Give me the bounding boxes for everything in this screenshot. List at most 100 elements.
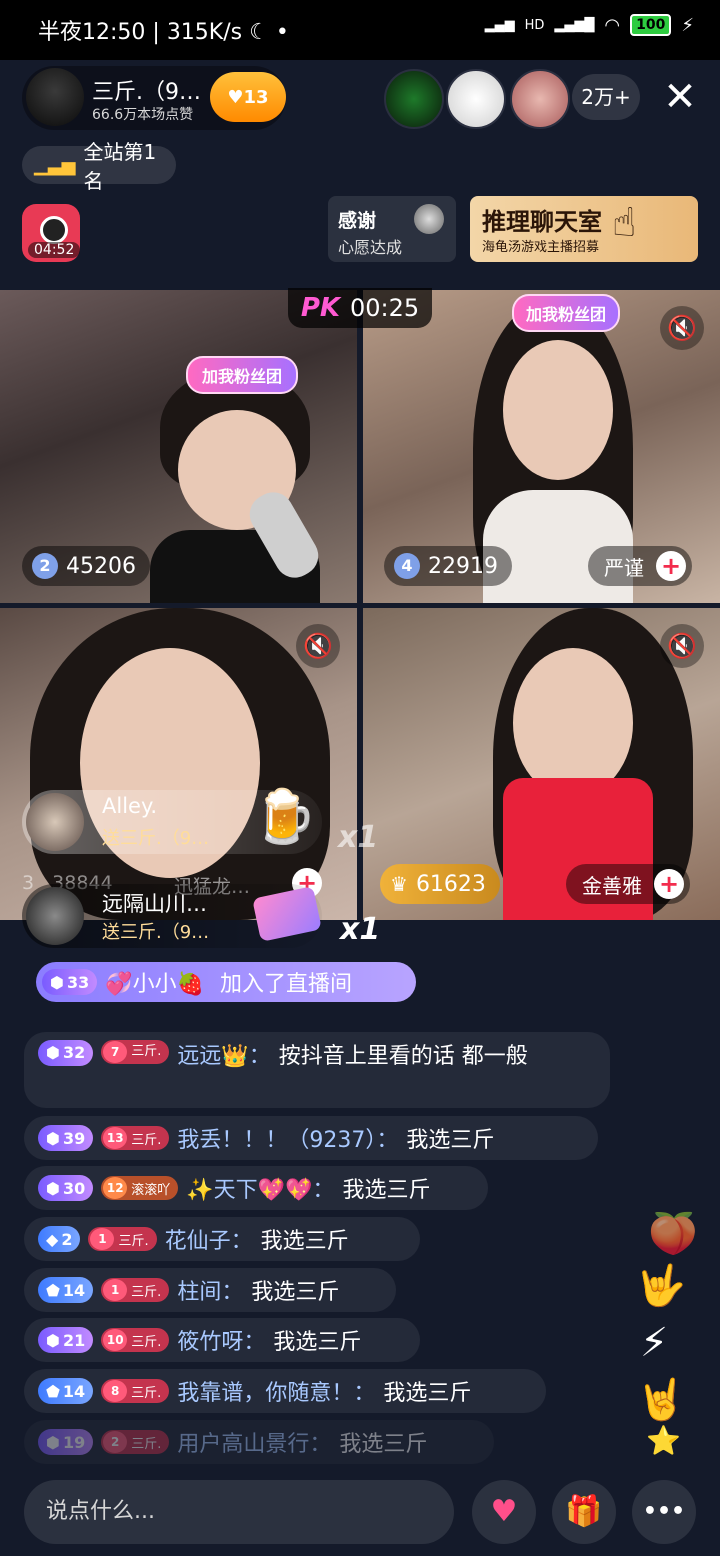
gift-count-2: x1 (340, 912, 381, 947)
floating-star-icon: ⭐ (646, 1424, 681, 1457)
chat-username[interactable]: 我丢！！！（9237）： (177, 1122, 398, 1154)
tile-2-rank: 4 (394, 553, 420, 579)
chat-text: 按抖音上里看的话 都一般 (278, 1044, 528, 1069)
status-icons: ▂▄▆ HD ▂▄▆█ ◠ 100 ⚡ (485, 14, 694, 36)
chat-username[interactable]: ✨天下💖💖： (186, 1172, 334, 1204)
level-gem-icon: ⬢ (50, 972, 64, 992)
join-text: 加入了直播间 (220, 972, 353, 997)
mute-icon-4[interactable]: 🔇 (660, 624, 704, 668)
user-level-badge: ⬟ 14 (38, 1277, 94, 1303)
chat-username[interactable]: 筱竹呀： (177, 1324, 265, 1356)
crown-icon: ♛ (390, 872, 408, 896)
user-level-badge: ⬢ 32 (38, 1040, 94, 1066)
mute-icon-2[interactable]: 🔇 (660, 306, 704, 350)
gift-sender-avatar-2 (26, 887, 84, 945)
fan-badge: 10 三斤. (101, 1328, 170, 1352)
viewer-avatar-2[interactable] (446, 69, 506, 129)
chat-message[interactable]: ⬟ 14 8 三斤. 我靠谱，你随意！： 我选三斤 (24, 1369, 546, 1413)
moon-icon: ☾ (249, 20, 269, 45)
ad-title: 推理聊天室 (482, 208, 602, 236)
fan-club-tag-1[interactable]: 加我粉丝团 (186, 356, 298, 394)
rank-badge[interactable]: ▁▃▅ 全站第1名 (22, 140, 176, 193)
close-icon[interactable]: ✕ (660, 74, 700, 120)
chat-text: 我选三斤 (406, 1128, 495, 1153)
join-user[interactable]: 💞小小🍓 (105, 966, 204, 998)
host-name: 三斤.（9… (92, 80, 201, 105)
tile-4-name-pill[interactable]: 金善雅 + (566, 864, 690, 904)
gift-sender-2: 远隔山川… (102, 892, 207, 916)
wish-avatar (414, 204, 444, 234)
follow-plus-icon[interactable]: + (654, 869, 684, 899)
chat-message[interactable]: ⬢ 39 13 三斤. 我丢！！！（9237）： 我选三斤 (24, 1116, 598, 1160)
level-gem-icon: ⬟ (46, 1280, 60, 1300)
tile-2-name: 严谨 (604, 555, 644, 580)
chat-username[interactable]: 远远👑： (177, 1040, 270, 1074)
more-icon[interactable]: ••• (632, 1480, 696, 1544)
charging-icon: ⚡ (681, 14, 694, 36)
ad-subtitle: 海龟汤游戏主播招募 (482, 240, 600, 255)
chat-message[interactable]: ⬢ 21 10 三斤. 筱竹呀： 我选三斤 (24, 1318, 420, 1362)
signal-icon: ▂▄▆ (484, 17, 515, 33)
gift-sender-1: Alley. (102, 794, 158, 818)
mute-icon-3[interactable]: 🔇 (296, 624, 340, 668)
battery-icon: 100 (630, 14, 672, 36)
level-gem-icon: ⬢ (46, 1432, 60, 1452)
tile-2-name-pill[interactable]: 严谨 + (588, 546, 692, 586)
fan-badge: 13 三斤. (101, 1126, 170, 1150)
tile-4-name: 金善雅 (582, 873, 642, 898)
rank-chart-icon: ▁▃▅ (34, 154, 76, 176)
chat-username[interactable]: 花仙子： (165, 1223, 253, 1255)
gift-recipient-1: 送三斤.（9… (102, 828, 210, 849)
level-gem-icon: ⬢ (46, 1043, 60, 1062)
ad-illustration-icon: ☝ (612, 200, 637, 246)
follow-plus-icon[interactable]: + (656, 551, 686, 581)
heart-icon[interactable]: ♥ (472, 1480, 536, 1544)
chat-username[interactable]: 用户高山景行： (177, 1426, 331, 1458)
wish-subtitle: 心愿达成 (338, 238, 403, 257)
status-bar: 半夜12:50 | 315K/s ☾ • ▂▄▆ HD ▂▄▆█ ◠ 100 ⚡ (0, 0, 720, 60)
chat-message[interactable]: ◆ 2 1 三斤. 花仙子： 我选三斤 (24, 1217, 420, 1261)
rank-text: 全站第1名 (83, 140, 157, 193)
user-level-badge: ◆ 2 (38, 1226, 81, 1252)
level-gem-icon: ⬢ (46, 1128, 60, 1148)
level-gem-icon: ⬢ (46, 1330, 60, 1350)
chat-message[interactable]: ⬢ 32 7 三斤. 远远👑： 按抖音上里看的话 都一般 (24, 1032, 610, 1108)
wish-title: 感谢 (338, 210, 377, 232)
chat-username[interactable]: 柱间： (177, 1274, 243, 1306)
chat-message[interactable]: ⬢ 30 12 滚滚吖 ✨天下💖💖： 我选三斤 (24, 1166, 488, 1210)
user-level-badge: ⬢ 19 (38, 1429, 94, 1455)
pk-label: PK (300, 293, 341, 323)
tile-1-score: 2 45206 (22, 546, 150, 586)
fan-badge: 1 三斤. (88, 1227, 157, 1251)
fav-level: 13 (243, 86, 269, 108)
viewer-count-button[interactable]: 2万+ (572, 74, 640, 120)
timer-text: 04:52 (28, 242, 81, 258)
chat-message[interactable]: ⬢ 19 2 三斤. 用户高山景行： 我选三斤 (24, 1420, 494, 1464)
camera-dot-icon (40, 216, 68, 244)
chat-username[interactable]: 我靠谱，你随意！： (177, 1375, 375, 1407)
chat-message[interactable]: ⬟ 14 1 三斤. 柱间： 我选三斤 (24, 1268, 396, 1312)
hd-label: HD (524, 17, 545, 33)
viewer-avatar-1[interactable] (384, 69, 444, 129)
favorite-button[interactable]: ♥ 13 (210, 72, 286, 122)
fan-club-tag-2[interactable]: 加我粉丝团 (512, 294, 620, 332)
pk-timer-value: 00:25 (350, 294, 420, 322)
gift-icon[interactable]: 🎁 (552, 1480, 616, 1544)
user-level-badge: ⬢ 39 (38, 1125, 94, 1151)
join-banner: ⬢ 33 💞小小🍓 加入了直播间 (36, 962, 416, 1002)
tile-2-score-value: 22919 (428, 553, 498, 579)
streamer-face (503, 340, 613, 480)
fan-badge: 12 滚滚吖 (101, 1176, 179, 1200)
host-avatar[interactable] (26, 68, 84, 126)
pk-timer: PK 00:25 (288, 288, 432, 328)
beer-gift-icon: 🍺 (252, 787, 317, 847)
user-level-badge: ⬢ 30 (38, 1175, 94, 1201)
level-gem-icon: ⬢ (46, 1178, 60, 1198)
gift-count-1: x1 (338, 820, 379, 855)
wifi-icon: ◠ (604, 14, 621, 36)
chat-text: 我选三斤 (260, 1229, 349, 1254)
viewer-avatar-3[interactable] (510, 69, 570, 129)
user-level-badge: ⬢ 21 (38, 1327, 94, 1353)
user-level-badge: ⬟ 14 (38, 1378, 94, 1404)
comment-input[interactable]: 说点什么... (24, 1480, 454, 1544)
